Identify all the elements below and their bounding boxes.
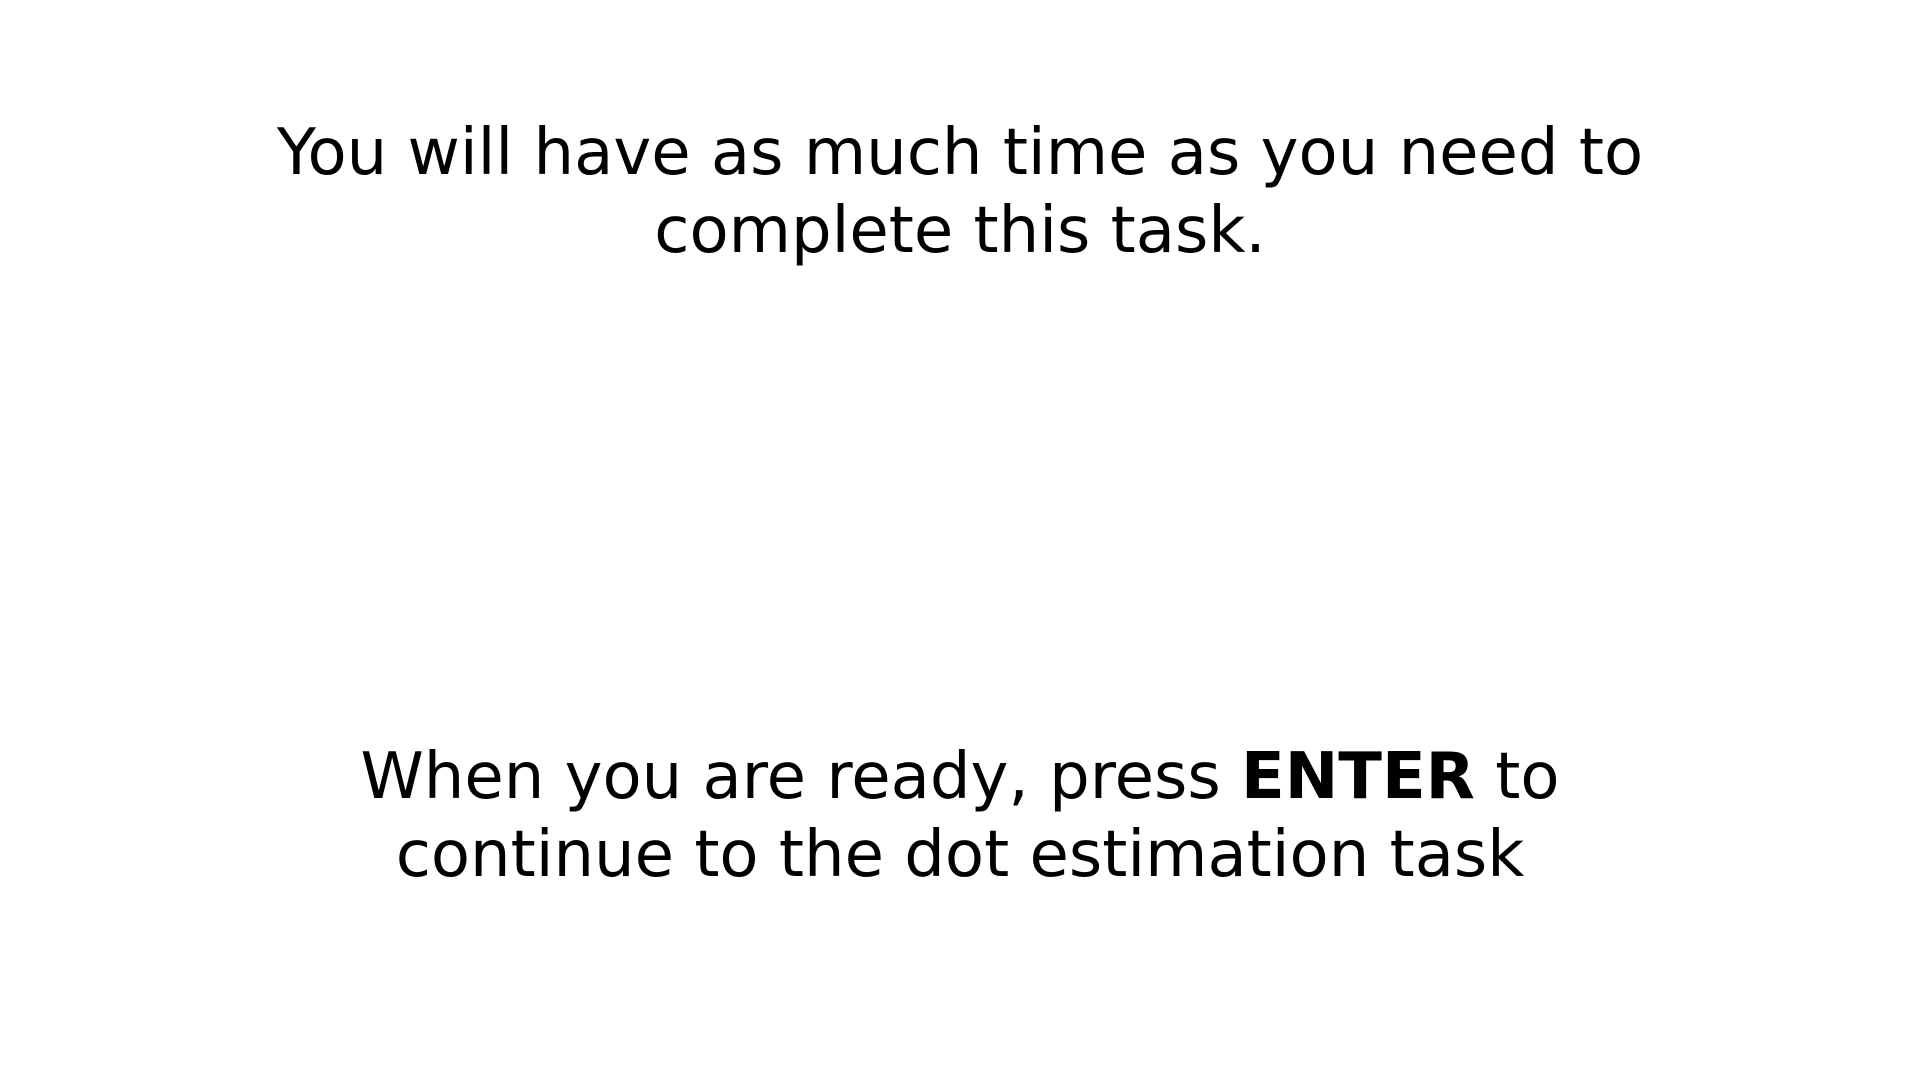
- continue-instruction-message: When you are ready, press ENTER to conti…: [0, 738, 1920, 894]
- enter-key-label: ENTER: [1241, 740, 1475, 814]
- continue-instruction-line-2: continue to the dot estimation task: [395, 818, 1525, 892]
- continue-prefix-text: When you are ready, press: [360, 740, 1241, 814]
- continue-instruction-line-1: When you are ready, press ENTER to: [0, 738, 1920, 816]
- time-instruction-line-1: You will have as much time as you need t…: [276, 116, 1644, 190]
- continue-suffix-text: to: [1474, 740, 1560, 814]
- instruction-screen: { "instructions": { "time_message": { "l…: [0, 0, 1920, 1080]
- time-instruction-message: You will have as much time as you need t…: [0, 114, 1920, 270]
- time-instruction-line-2: complete this task.: [654, 194, 1266, 268]
